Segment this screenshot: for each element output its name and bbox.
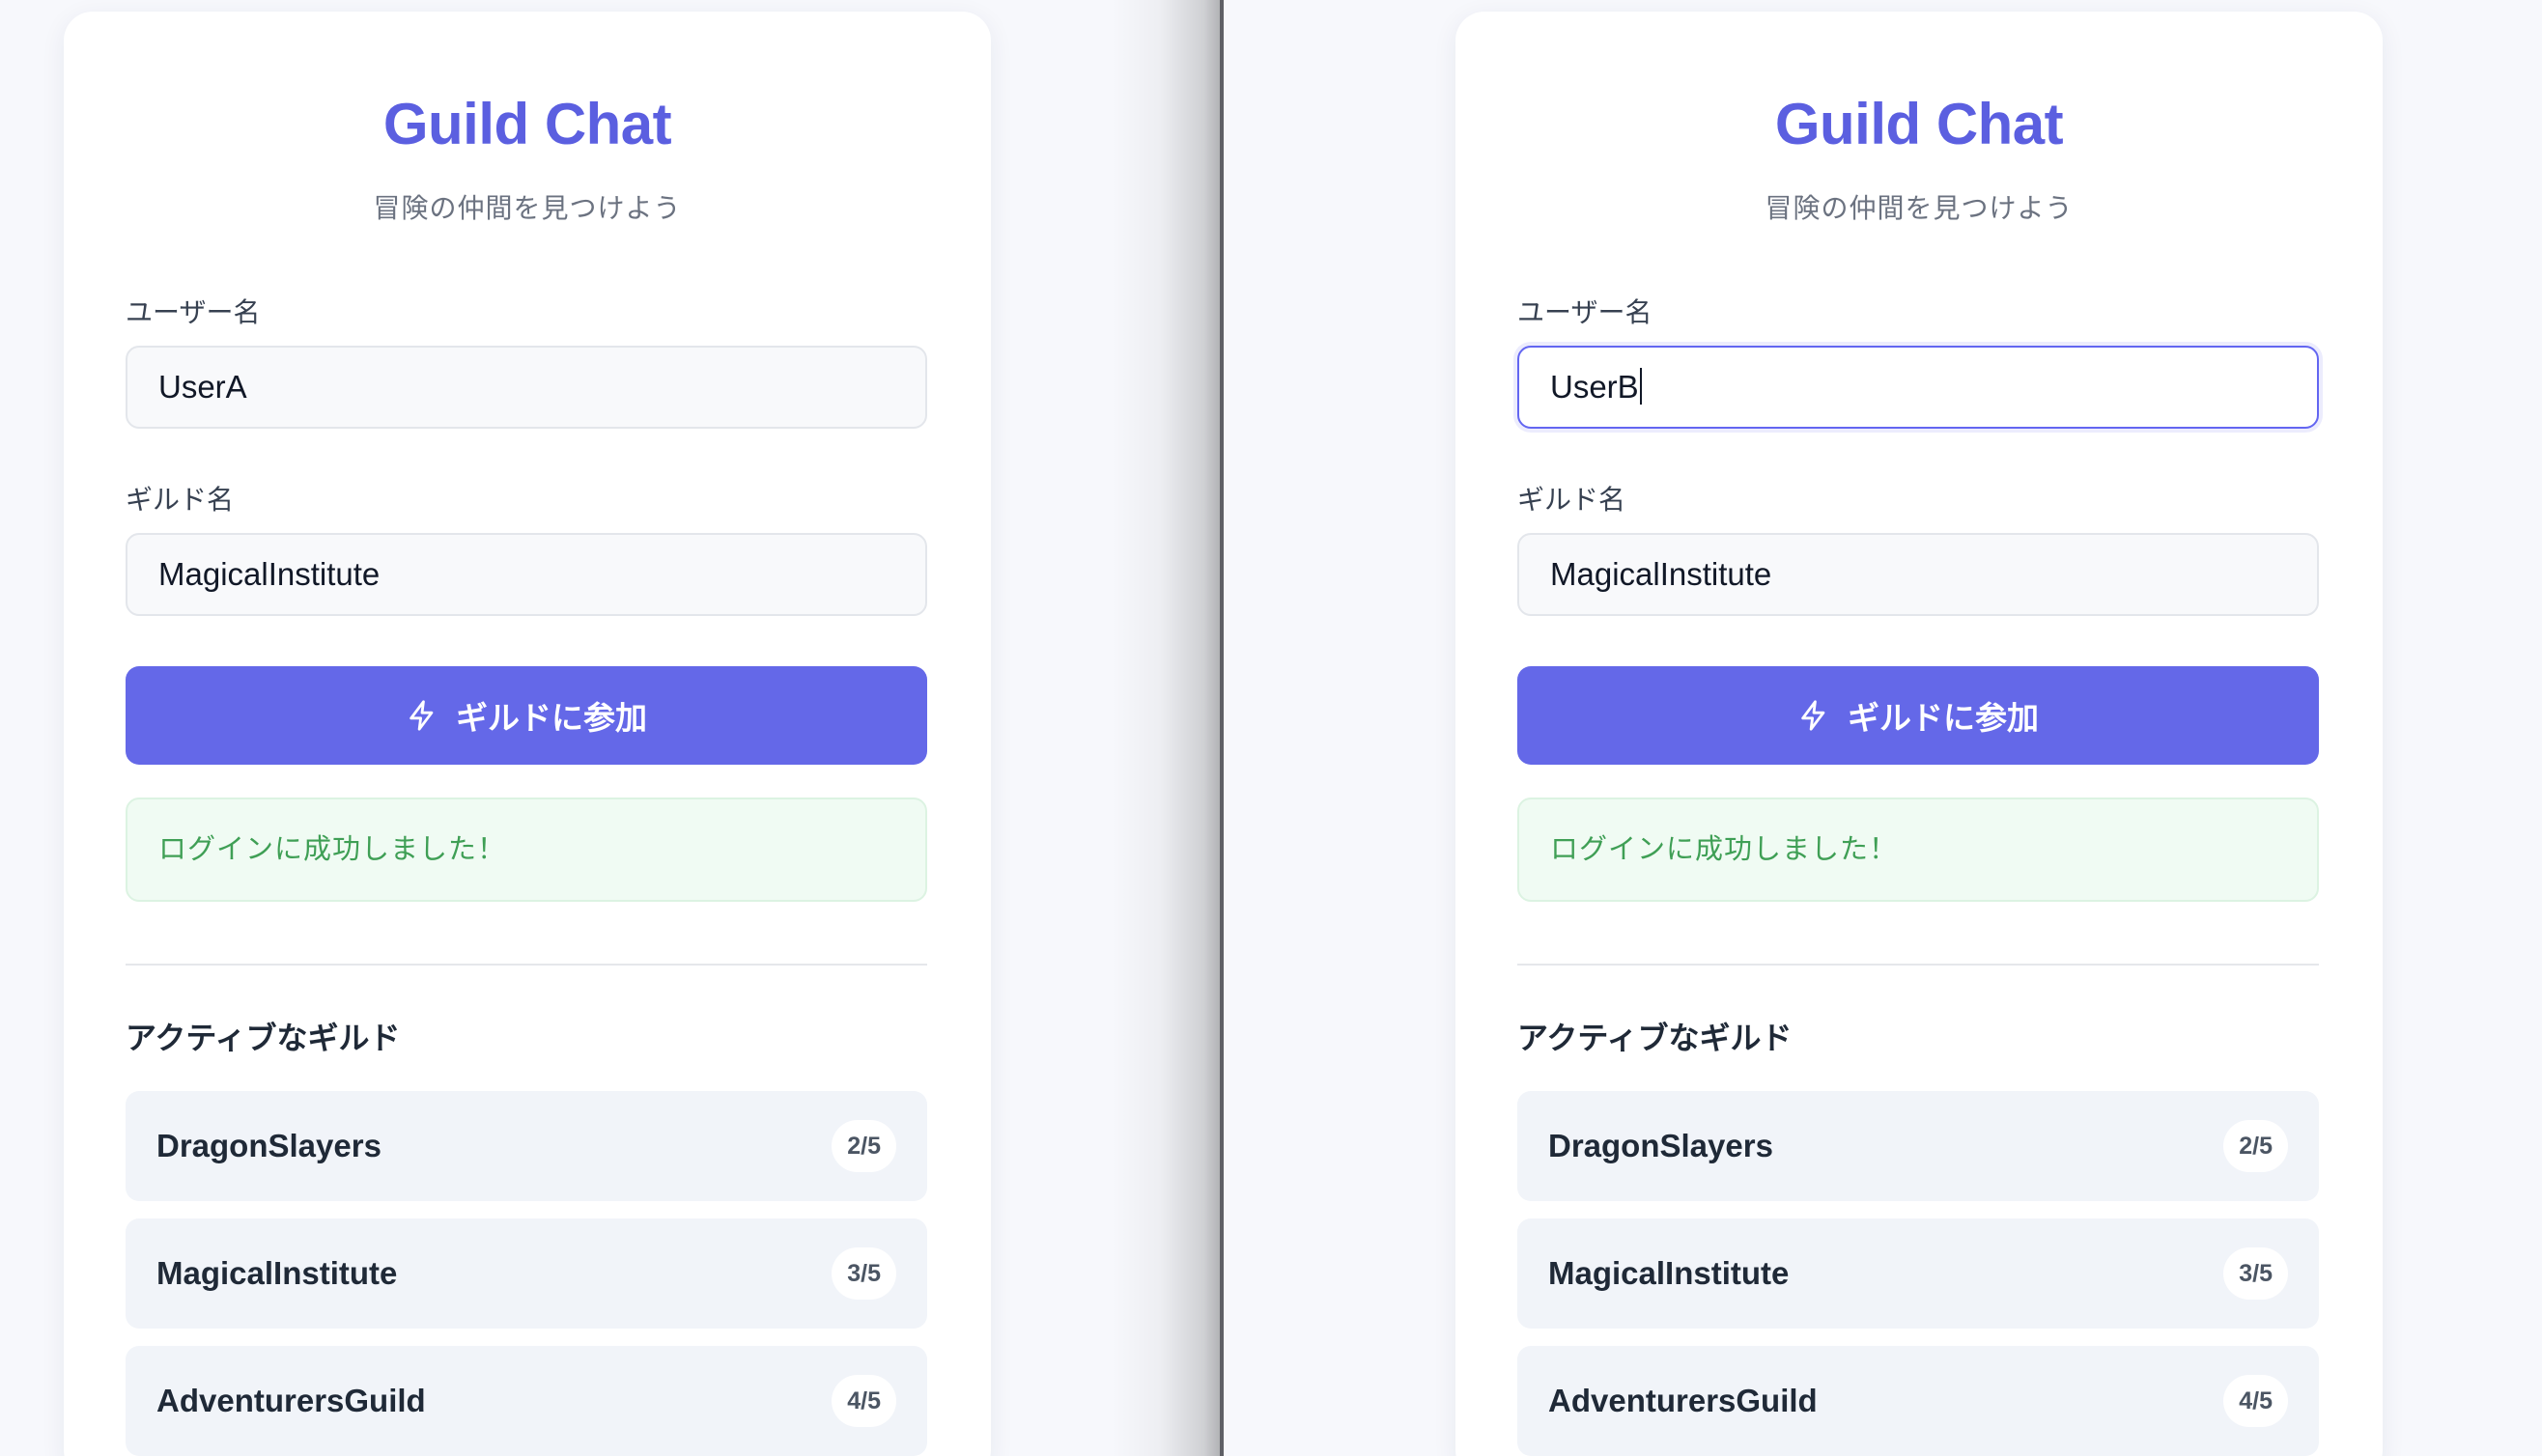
app-title: Guild Chat: [1774, 92, 2064, 156]
guild-list-item[interactable]: AdventurersGuild 4/5: [126, 1346, 927, 1456]
guild-list-item[interactable]: DragonSlayers 2/5: [126, 1091, 927, 1201]
login-card: Guild Chat 冒険の仲間を見つけよう ユーザー名 UserB ギルド名 …: [1455, 12, 2383, 1456]
username-label: ユーザー名: [1517, 297, 1652, 327]
left-window: Guild Chat 冒険の仲間を見つけよう ユーザー名 UserA ギルド名 …: [0, 0, 1220, 1456]
member-count-badge: 4/5: [832, 1375, 896, 1427]
guild-name-label: ギルド名: [126, 485, 235, 515]
guild-list-item[interactable]: MagicalInstitute 3/5: [126, 1218, 927, 1329]
active-guilds-heading: アクティブなギルド: [126, 1021, 401, 1055]
join-guild-button[interactable]: ギルドに参加: [1517, 666, 2319, 765]
guild-item-name: MagicalInstitute: [156, 1255, 398, 1291]
divider-line: [1517, 964, 2319, 966]
guild-name-value: MagicalInstitute: [158, 556, 381, 592]
app-subtitle: 冒険の仲間を見つけよう: [373, 193, 682, 223]
guild-name-label: ギルド名: [1517, 485, 1626, 515]
guild-item-name: MagicalInstitute: [1548, 1255, 1790, 1291]
member-count-badge: 4/5: [2223, 1375, 2288, 1427]
guild-name-input[interactable]: MagicalInstitute: [1517, 533, 2319, 616]
divider-line: [126, 964, 927, 966]
guild-list-item[interactable]: DragonSlayers 2/5: [1517, 1091, 2319, 1201]
right-window: Guild Chat 冒険の仲間を見つけよう ユーザー名 UserB ギルド名 …: [1224, 0, 2542, 1456]
split-screen: Guild Chat 冒険の仲間を見つけよう ユーザー名 UserA ギルド名 …: [0, 0, 2542, 1456]
username-input[interactable]: UserB: [1517, 346, 2319, 429]
guild-item-name: AdventurersGuild: [1548, 1383, 1818, 1418]
success-alert: ログインに成功しました！: [126, 798, 927, 902]
join-guild-button[interactable]: ギルドに参加: [126, 666, 927, 765]
username-input[interactable]: UserA: [126, 346, 927, 429]
guild-name-value: MagicalInstitute: [1550, 556, 1772, 592]
join-guild-label: ギルドに参加: [456, 700, 647, 736]
guild-name-input[interactable]: MagicalInstitute: [126, 533, 927, 616]
success-alert: ログインに成功しました！: [1517, 798, 2319, 902]
window-edge-shadow: [1111, 0, 1220, 1456]
username-value: UserB: [1550, 369, 1639, 405]
member-count-badge: 3/5: [832, 1247, 896, 1300]
app-title: Guild Chat: [382, 92, 672, 156]
join-guild-label: ギルドに参加: [1848, 700, 2039, 736]
username-label: ユーザー名: [126, 297, 261, 327]
guild-list-item[interactable]: MagicalInstitute 3/5: [1517, 1218, 2319, 1329]
member-count-badge: 3/5: [2223, 1247, 2288, 1300]
app-subtitle: 冒険の仲間を見つけよう: [1765, 193, 2074, 223]
guild-item-name: DragonSlayers: [1548, 1128, 1773, 1163]
username-value: UserA: [158, 369, 247, 405]
guild-item-name: AdventurersGuild: [156, 1383, 426, 1418]
member-count-badge: 2/5: [2223, 1120, 2288, 1172]
lightning-bolt-icon: [1797, 697, 1830, 734]
lightning-bolt-icon: [406, 697, 438, 734]
active-guilds-heading: アクティブなギルド: [1517, 1021, 1793, 1055]
guild-item-name: DragonSlayers: [156, 1128, 381, 1163]
text-cursor: [1639, 368, 1642, 406]
guild-list-item[interactable]: AdventurersGuild 4/5: [1517, 1346, 2319, 1456]
member-count-badge: 2/5: [832, 1120, 896, 1172]
login-card: Guild Chat 冒険の仲間を見つけよう ユーザー名 UserA ギルド名 …: [64, 12, 991, 1456]
